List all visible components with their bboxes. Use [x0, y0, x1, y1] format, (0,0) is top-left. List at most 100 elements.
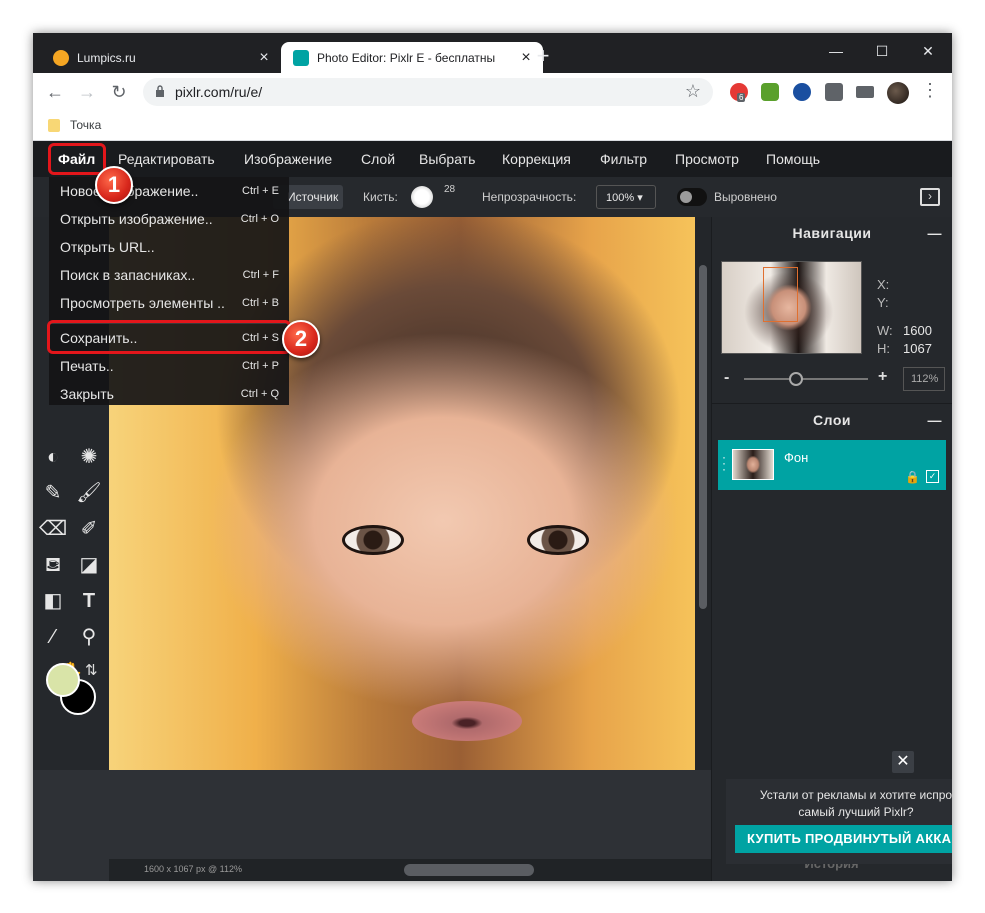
tab-strip: Lumpics.ru × Photo Editor: Pixlr E - бес… — [33, 33, 952, 73]
zoom-tool-icon[interactable]: ⚲ — [75, 623, 103, 651]
bookmark-tochka[interactable]: Точка — [70, 118, 101, 132]
brush-preview[interactable] — [411, 186, 433, 208]
opacity-label: Непрозрачность: — [482, 190, 577, 204]
horizontal-scroll-thumb[interactable] — [404, 864, 534, 876]
bookmark-star-icon[interactable]: ☆ — [685, 81, 701, 102]
menu-item-shortcut: Ctrl + O — [240, 213, 279, 225]
opacity-select[interactable]: 100% ▾ — [596, 185, 656, 209]
menu-item-shortcut: Ctrl + Q — [240, 388, 279, 400]
maximize-button[interactable]: ☐ — [862, 39, 902, 63]
brush-size[interactable]: 28 — [444, 184, 455, 195]
browser-toolbar: ← → ↻ pixlr.com/ru/e/ ☆ 6 ⋮ — [33, 73, 952, 111]
menu-item-browse-elements[interactable]: Просмотреть элементы .. Ctrl + B — [49, 289, 289, 317]
close-window-button[interactable]: ✕ — [908, 39, 948, 63]
zoom-slider-track[interactable] — [744, 378, 868, 380]
music-extension-icon[interactable] — [761, 83, 779, 101]
step-badge-2: 2 — [282, 320, 320, 358]
scroll-thumb[interactable] — [699, 265, 707, 609]
w-value: 1600 — [903, 323, 932, 338]
url-text: pixlr.com/ru/e/ — [175, 84, 263, 100]
browser-window: Lumpics.ru × Photo Editor: Pixlr E - бес… — [33, 33, 952, 881]
puzzle-extensions-icon[interactable] — [825, 83, 843, 101]
zoom-in-button[interactable]: + — [878, 368, 887, 386]
collapse-layers-icon[interactable]: — — [928, 404, 943, 436]
tab-pixlr[interactable]: Photo Editor: Pixlr E - бесплатны × — [281, 42, 543, 73]
reload-button[interactable]: ↻ — [107, 80, 131, 104]
zoom-slider-handle[interactable] — [789, 372, 803, 386]
zoom-out-button[interactable]: - — [724, 369, 729, 387]
menu-edit[interactable]: Редактировать — [118, 151, 215, 167]
menu-item-open-url[interactable]: Открыть URL.. — [49, 233, 289, 261]
status-text: 1600 x 1067 px @ 112% — [144, 864, 243, 874]
new-tab-button[interactable]: + — [531, 45, 555, 69]
navigator-thumbnail[interactable] — [721, 261, 862, 354]
lumpics-favicon-icon — [53, 49, 69, 66]
canvas-vertical-scrollbar[interactable] — [695, 217, 711, 770]
visibility-checkbox-icon[interactable]: ✓ — [926, 470, 939, 483]
lock-icon — [156, 85, 164, 97]
menu-adjustment[interactable]: Коррекция — [502, 151, 571, 167]
bookmarks-bar: Точка — [33, 111, 952, 141]
menu-item-shortcut: Ctrl + F — [242, 269, 279, 281]
pencil-tool-icon[interactable]: ✎ — [39, 479, 67, 507]
menu-item-print[interactable]: Печать.. Ctrl + P — [49, 352, 289, 380]
tab-close-icon[interactable]: × — [255, 49, 273, 67]
profile-avatar[interactable] — [887, 82, 909, 104]
media-controls-icon[interactable] — [856, 86, 874, 98]
eyedropper-tool-icon[interactable]: ⁄ — [39, 623, 67, 651]
menu-filter[interactable]: Фильтр — [600, 151, 647, 167]
sharpen-tool-icon[interactable]: ✺ — [75, 443, 103, 471]
shape-tool-icon[interactable]: ◧ — [39, 587, 67, 615]
menu-select[interactable]: Выбрать — [419, 151, 475, 167]
minimize-button[interactable]: — — [816, 39, 856, 63]
foreground-color-swatch[interactable] — [46, 663, 80, 697]
browser-menu-icon[interactable]: ⋮ — [921, 80, 939, 101]
menu-view[interactable]: Просмотр — [675, 151, 739, 167]
zoom-value-field[interactable]: 112% — [903, 367, 945, 391]
tab-title: Photo Editor: Pixlr E - бесплатны — [317, 50, 496, 65]
globe-extension-icon[interactable] — [793, 83, 811, 101]
app-menubar: Файл Редактировать Изображение Слой Выбр… — [33, 141, 952, 177]
navigator-viewport[interactable] — [763, 267, 798, 322]
aligned-label: Выровнено — [714, 190, 777, 204]
brush-tool-icon[interactable]: 🖌 — [75, 479, 103, 507]
fill-tool-icon[interactable]: ⛾ — [39, 551, 67, 579]
menu-help[interactable]: Помощь — [766, 151, 820, 167]
tab-lumpics[interactable]: Lumpics.ru × — [41, 42, 281, 73]
layer-row[interactable]: · · · Фон 🔒 ✓ — [718, 440, 946, 490]
menu-item-label: Закрыть — [60, 386, 114, 402]
x-label: X: — [877, 277, 890, 292]
menu-item-close[interactable]: Закрыть Ctrl + Q — [49, 380, 289, 408]
drag-handle-icon[interactable]: · · · — [722, 451, 726, 475]
collapse-panel-icon[interactable]: › — [920, 188, 940, 206]
swap-colors-icon[interactable]: ⇅ — [85, 661, 98, 679]
dodge-burn-tool-icon[interactable]: ◐ — [39, 443, 67, 471]
forward-button[interactable]: → — [75, 80, 99, 104]
menu-item-label: Открыть URL.. — [60, 239, 155, 255]
back-button[interactable]: ← — [43, 80, 67, 104]
menu-item-new-image[interactable]: Новое изображение.. Ctrl + E — [49, 177, 289, 205]
gradient-tool-icon[interactable]: ◪ — [75, 551, 103, 579]
menu-item-search-stock[interactable]: Поиск в запасниках.. Ctrl + F — [49, 261, 289, 289]
collapse-navigator-icon[interactable]: — — [928, 217, 943, 249]
menu-image[interactable]: Изображение — [244, 151, 332, 167]
folder-icon — [48, 119, 60, 132]
buy-premium-button[interactable]: КУПИТЬ ПРОДВИНУТЫЙ АККА — [735, 825, 952, 853]
menu-item-label: Поиск в запасниках.. — [60, 267, 196, 283]
menu-item-shortcut: Ctrl + B — [242, 297, 279, 309]
step-badge-1: 1 — [95, 166, 133, 204]
navigator-header: Навигации — — [712, 217, 952, 249]
lock-icon[interactable]: 🔒 — [905, 470, 920, 484]
address-bar[interactable]: pixlr.com/ru/e/ ☆ — [143, 78, 713, 106]
text-tool-icon[interactable]: T — [75, 587, 103, 615]
photo-lips — [412, 701, 522, 741]
aligned-toggle[interactable] — [677, 188, 707, 206]
file-menu-dropdown: Новое изображение.. Ctrl + E Открыть изоб… — [49, 177, 289, 405]
ad-close-button[interactable]: ✕ — [892, 751, 914, 773]
navigator-title: Навигации — [792, 225, 872, 241]
clone-stamp-tool-icon[interactable]: ✐ — [75, 515, 103, 543]
extension-badge: 6 — [737, 93, 746, 102]
menu-layer[interactable]: Слой — [361, 151, 395, 167]
eraser-tool-icon[interactable]: ⌫ — [39, 515, 67, 543]
menu-item-open-image[interactable]: Открыть изображение.. Ctrl + O — [49, 205, 289, 233]
